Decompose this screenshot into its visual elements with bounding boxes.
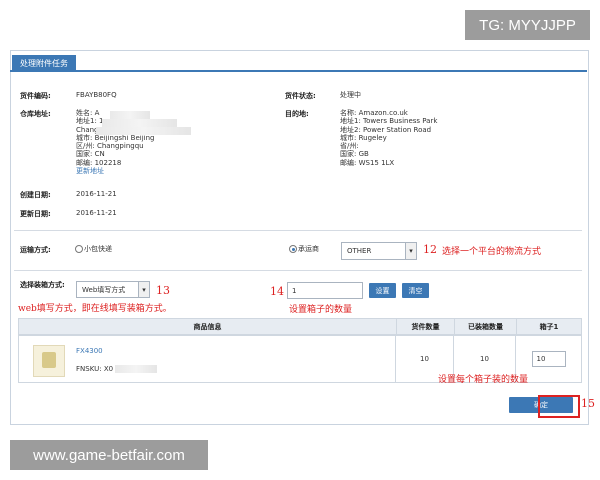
product-info-cell: FX4300 FNSKU: X0 [18,335,396,383]
column-header-shipped-qty: 货件数量 [397,319,455,334]
annotation-15-number: 15 [581,397,595,410]
annotation-14-text: 设置箱子的数量 [289,305,353,315]
annotation-12-number: 12 [423,243,437,256]
confirm-highlight-box [538,395,580,418]
redacted-text [110,111,150,119]
watermark-top: TG: MYYJJPP [465,10,590,40]
radio-small-parcel[interactable] [75,245,83,253]
shipment-id-label: 货件编码: [20,92,51,100]
carrier-select-value: OTHER [347,247,372,255]
annotation-14-number: 14 [270,285,284,298]
packing-mode-select-value: Web填写方式 [82,285,126,294]
shipment-id-value: FBAYB80FQ [76,91,117,99]
divider [14,230,582,231]
destination-label: 目的地: [285,110,309,118]
destination-line: 邮编: WS15 1LX [340,158,395,167]
warehouse-line: 城市: Beijingshi Beijing [76,133,155,142]
product-sku-link[interactable]: FX4300 [76,347,103,355]
column-header-packed-qty: 已装箱数量 [455,319,517,334]
shipping-method-label: 运输方式: [20,246,51,254]
radio-carrier-label: 承运商 [298,245,319,253]
product-fnsku: FNSKU: X0 [76,365,114,373]
packing-mode-label: 选择装箱方式: [20,281,65,289]
divider [14,270,582,271]
shipment-status-label: 货件状态: [285,92,316,100]
box-1-qty-input[interactable]: 10 [531,351,566,367]
watermark-bottom: www.game-betfair.com [10,440,208,470]
created-date-value: 2016-11-21 [76,190,117,198]
annotation-box-quantity-text: 设置每个箱子装的数量 [438,375,529,385]
redacted-text [115,365,157,373]
warehouse-address-label: 仓库地址: [20,110,51,118]
change-address-link[interactable]: 更新地址 [76,167,166,175]
warehouse-line: 国家: CN [76,150,105,159]
chevron-down-icon: ▾ [405,243,416,259]
redacted-text [96,127,191,135]
tab-bar [10,54,587,72]
radio-small-parcel-label: 小包快递 [84,245,112,253]
tab-process-attachment[interactable]: 处理附件任务 [12,55,76,71]
destination-line: 地址2: Power Station Road [340,125,432,134]
shipment-status-value: 处理中 [340,91,361,99]
updated-date-label: 更新日期: [20,210,51,218]
table-header: 商品信息 货件数量 已装箱数量 箱子1 [18,318,582,335]
radio-carrier[interactable] [289,245,297,253]
destination-line: 国家: GB [340,150,369,159]
created-date-label: 创建日期: [20,191,51,199]
carrier-select[interactable]: OTHER ▾ [341,242,417,260]
updated-date-value: 2016-11-21 [76,209,117,217]
column-header-product-info: 商品信息 [19,319,397,334]
destination-line: 城市: Rugeley [340,133,387,142]
clear-button[interactable]: 清空 [402,283,429,298]
destination-line: 地址1: Towers Business Park [340,117,438,126]
annotation-13-text: web填写方式，即在线填写装箱方式。 [18,304,172,314]
annotation-12-text: 选择一个平台的物流方式 [442,247,542,257]
packing-mode-select[interactable]: Web填写方式 ▾ [76,281,150,298]
product-thumbnail [33,345,65,377]
column-header-box-1: 箱子1 [517,319,581,334]
set-button[interactable]: 设置 [369,283,396,298]
annotation-13-number: 13 [156,284,170,297]
box-count-input[interactable]: 1 [287,282,363,299]
warehouse-line: 邮编: 102218 [76,158,122,167]
chevron-down-icon: ▾ [138,282,149,297]
destination-address: 名称: Amazon.co.uk 地址1: Towers Business Pa… [340,109,480,167]
redacted-text [102,119,177,127]
